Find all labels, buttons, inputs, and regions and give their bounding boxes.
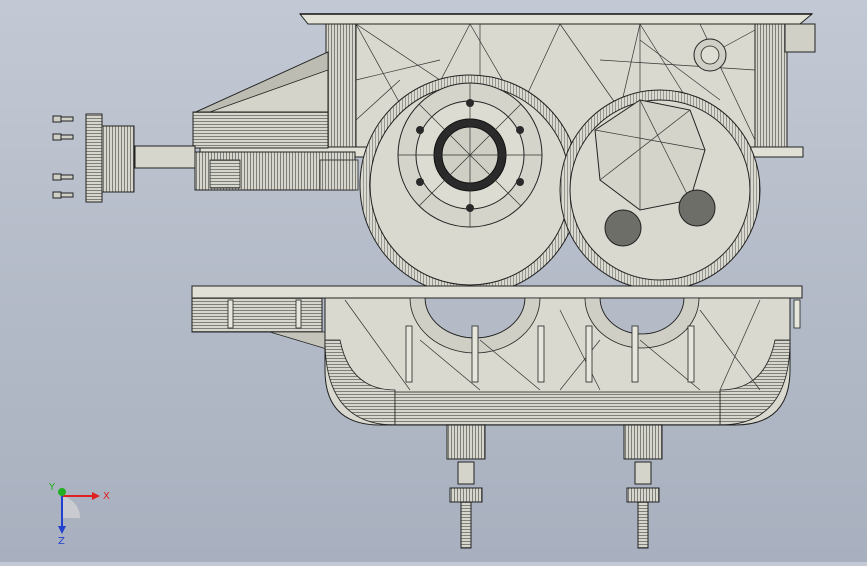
z-axis-label: Z	[58, 536, 65, 547]
foot-left	[446, 424, 486, 549]
large-gear	[359, 74, 581, 296]
small-gear	[559, 89, 761, 291]
input-bolts	[52, 115, 74, 199]
foot-right	[623, 424, 663, 549]
x-axis-label: X	[103, 491, 110, 502]
y-axis-dot	[58, 488, 66, 496]
cad-viewport[interactable]: X Y Z	[0, 0, 867, 562]
coordinate-triad-icon: X Y Z	[48, 482, 110, 547]
assembly-drawing	[52, 13, 816, 549]
y-axis-label: Y	[48, 482, 56, 493]
lower-housing	[191, 285, 803, 426]
